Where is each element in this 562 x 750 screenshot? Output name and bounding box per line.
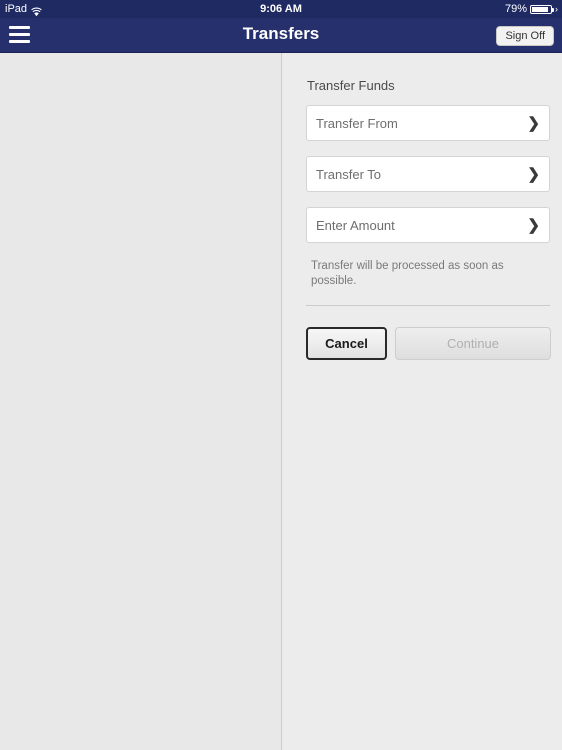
battery-percent-label: 79% [504,3,527,15]
continue-button[interactable]: Continue [395,327,551,360]
transfer-from-field[interactable]: Transfer From ❯ [306,105,550,141]
cancel-button[interactable]: Cancel [306,327,387,360]
chevron-right-icon: ❯ [527,217,540,234]
form-actions: Cancel Continue [306,327,551,360]
chevron-right-icon: ❯ [527,115,540,132]
battery-fill [532,6,548,12]
status-bar-right: 79% › [505,0,558,18]
chevron-right-icon: › [555,4,558,14]
transfer-from-label: Transfer From [316,116,398,131]
sign-off-button[interactable]: Sign Off [496,26,554,46]
section-title: Transfer Funds [307,78,395,93]
left-pane [0,53,282,750]
enter-amount-label: Enter Amount [316,218,395,233]
page-title: Transfers [242,24,320,43]
chevron-right-icon: ❯ [527,166,540,183]
transfer-field-list: Transfer From ❯ Transfer To ❯ Enter Amou… [306,105,550,258]
battery-icon [530,4,554,14]
status-bar-clock: 9:06 AM [260,3,302,15]
transfer-to-label: Transfer To [316,167,382,182]
transfer-funds-pane: Transfer Funds Transfer From ❯ Transfer … [283,53,562,750]
transfer-to-field[interactable]: Transfer To ❯ [306,156,550,192]
status-bar: iPad 9:06 AM 79% › [0,0,562,18]
ipad-screen: iPad 9:06 AM 79% › Transfers Sign Off Tr… [0,0,562,750]
navigation-bar: Transfers Sign Off [0,18,562,53]
section-divider [306,305,550,306]
processing-note: Transfer will be processed as soon as po… [311,260,504,287]
enter-amount-field[interactable]: Enter Amount ❯ [306,207,550,243]
